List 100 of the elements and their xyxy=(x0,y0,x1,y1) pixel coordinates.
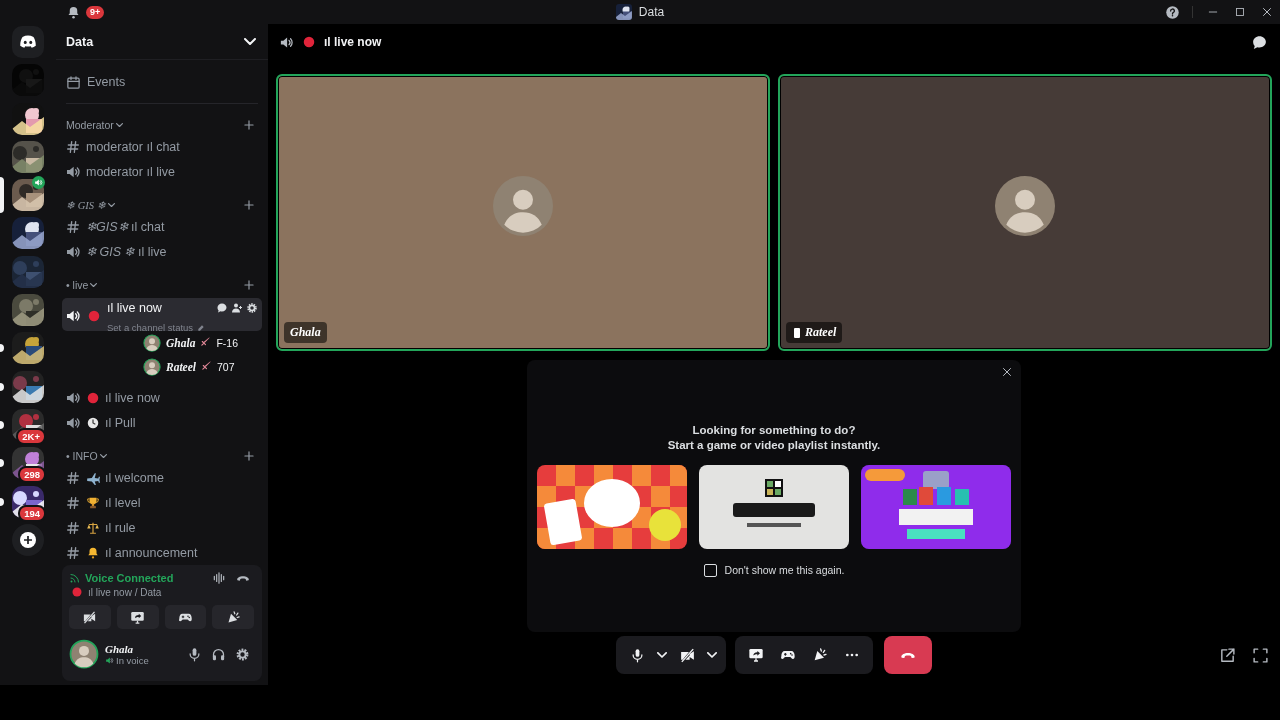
chevron-down-icon xyxy=(707,652,717,658)
plus-icon xyxy=(242,278,256,292)
live-indicator-icon xyxy=(71,586,83,598)
channel-status-link[interactable]: Set a channel status xyxy=(107,322,262,333)
chat-icon xyxy=(216,302,228,314)
activity-button[interactable] xyxy=(164,605,207,629)
soundboard-button[interactable] xyxy=(212,605,254,629)
live-indicator-icon xyxy=(86,390,100,405)
chevron-down-icon xyxy=(244,38,256,45)
add-server-button[interactable] xyxy=(12,523,44,556)
server-button[interactable] xyxy=(12,140,44,173)
member-name[interactable]: Rateel xyxy=(166,361,197,373)
airplane-icon xyxy=(86,470,100,485)
popout-icon xyxy=(1218,646,1236,664)
plus-icon xyxy=(242,118,256,132)
channel-item[interactable]: ❄GIS❄ ıl chat xyxy=(62,214,262,239)
fullscreen-icon xyxy=(1251,646,1269,664)
chevron-down-icon xyxy=(115,122,123,128)
server-button[interactable] xyxy=(12,332,44,365)
channel-item[interactable]: ıl welcome xyxy=(62,465,262,490)
settings-button[interactable] xyxy=(235,646,250,662)
participant-name: Rateel xyxy=(805,325,837,340)
add-person-icon xyxy=(231,302,243,314)
channel-item[interactable]: ıl live now xyxy=(62,385,262,410)
avatar-icon xyxy=(143,334,161,352)
settings-icon xyxy=(235,646,250,662)
hash-icon xyxy=(65,519,81,536)
avatar-icon xyxy=(995,175,1055,236)
hash-icon xyxy=(65,494,81,511)
hash-icon xyxy=(65,138,81,155)
camera-button[interactable] xyxy=(69,605,111,629)
user-name: Ghala xyxy=(105,642,135,655)
help-icon xyxy=(1165,4,1180,20)
deafen-button[interactable] xyxy=(211,646,226,662)
hash-icon xyxy=(65,218,81,235)
notification-badge: 9+ xyxy=(86,5,105,19)
plus-icon xyxy=(20,531,36,548)
home-button[interactable] xyxy=(12,26,44,58)
category-toggle[interactable]: • INFO xyxy=(66,450,107,462)
screen-share-button[interactable] xyxy=(116,605,159,629)
voice-location[interactable]: ıl live now / Data xyxy=(88,586,162,598)
leave-call-button[interactable] xyxy=(884,636,932,674)
user-status: In voice xyxy=(116,654,149,666)
chevron-down-icon xyxy=(107,202,115,208)
camera-off-icon xyxy=(82,609,98,625)
signal-icon xyxy=(69,572,81,584)
server-button[interactable] xyxy=(12,294,44,327)
video-tile[interactable]: Rateel xyxy=(778,74,1272,351)
events-link[interactable]: Events xyxy=(62,68,262,96)
checkbox-label[interactable]: Don't show me this again. xyxy=(724,564,845,576)
chevron-down-icon xyxy=(90,282,98,288)
prompt-heading: Looking for something to do? Start a game or video playlist instantly. xyxy=(667,423,881,453)
screen-share-icon xyxy=(748,647,764,663)
mention-badge: 298 xyxy=(18,466,46,484)
mute-button[interactable] xyxy=(187,646,202,662)
channel-item[interactable]: ıl Pull xyxy=(62,410,262,435)
video-tile[interactable]: Ghala xyxy=(276,74,770,351)
live-indicator-icon xyxy=(302,35,316,49)
hash-icon xyxy=(65,544,81,561)
waveform-icon xyxy=(212,571,226,585)
headphones-icon xyxy=(211,646,226,662)
channel-item[interactable]: ıl rule xyxy=(62,515,262,540)
server-button[interactable] xyxy=(12,370,44,403)
category-toggle[interactable]: • live xyxy=(66,279,98,291)
calendar-icon xyxy=(66,74,81,90)
channel-title: ıl live now xyxy=(324,35,382,49)
plus-icon xyxy=(242,198,256,212)
channel-item[interactable]: ıl announcement xyxy=(62,540,262,565)
channel-item[interactable]: moderator ıl chat xyxy=(62,134,262,159)
channel-item[interactable]: moderator ıl live xyxy=(62,159,262,184)
channel-item[interactable]: ❄ GIS ❄ ıl live xyxy=(62,239,262,264)
live-indicator-icon xyxy=(87,308,101,323)
server-button[interactable] xyxy=(12,179,44,212)
close-icon xyxy=(1260,6,1273,18)
channel-item[interactable]: ıl level xyxy=(62,490,262,515)
mic-icon xyxy=(187,646,202,662)
trophy-icon xyxy=(86,495,100,510)
activity-card[interactable] xyxy=(699,465,849,549)
category-toggle[interactable]: Moderator xyxy=(66,119,123,131)
speaker-icon xyxy=(105,655,114,665)
participant-name: Ghala xyxy=(290,325,321,340)
camera-off-icon xyxy=(678,646,696,664)
member-name[interactable]: Ghala xyxy=(166,337,196,349)
bell-icon xyxy=(86,545,100,560)
soundboard-icon xyxy=(812,647,828,663)
member-tag: 707 xyxy=(217,361,235,373)
chevron-down-icon xyxy=(99,453,107,459)
server-name[interactable]: Data xyxy=(66,34,94,49)
category-toggle[interactable]: ❄ GIS ❄ xyxy=(66,199,115,211)
checkbox[interactable] xyxy=(703,563,717,577)
chevron-down-icon xyxy=(657,652,667,658)
channel-item[interactable]: ıl live now Set a channel status xyxy=(62,298,262,331)
soundboard-icon xyxy=(225,609,241,625)
window-title: Data xyxy=(638,5,665,19)
server-button[interactable] xyxy=(12,217,44,250)
pencil-icon xyxy=(197,323,206,332)
close-icon xyxy=(1001,366,1013,378)
plus-icon xyxy=(242,449,256,463)
hash-icon xyxy=(65,469,81,486)
screen-share-icon xyxy=(130,609,146,625)
